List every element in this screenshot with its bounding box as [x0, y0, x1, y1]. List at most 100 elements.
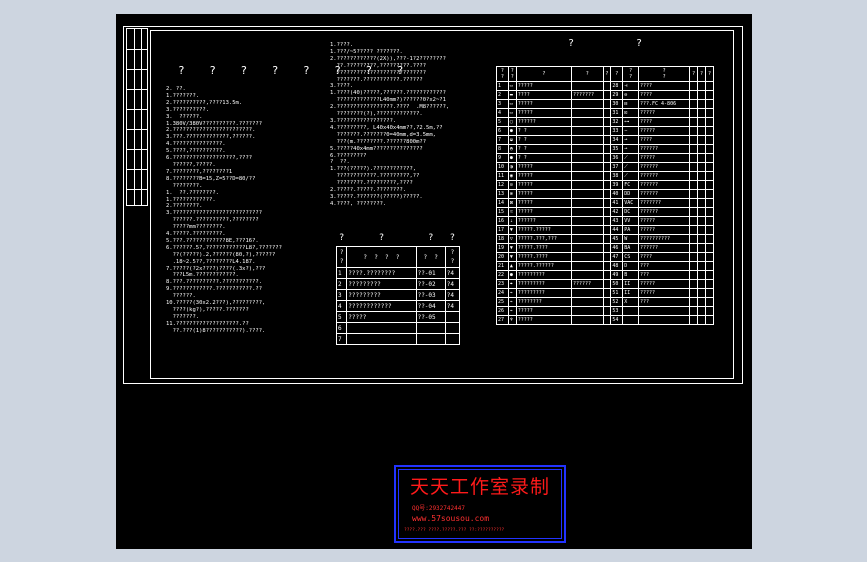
- table-cell: 29: [610, 90, 624, 100]
- table-cell: [697, 243, 706, 253]
- table-cell: [444, 311, 461, 323]
- note-line: 1. ??.????????.: [166, 189, 219, 196]
- table-cell: ??????: [637, 243, 691, 253]
- table-row: 24 ⌁????????? 51 II?????: [496, 288, 714, 298]
- note-line: ???????.???????????.??????: [330, 76, 423, 83]
- table-header-cell: ? ?: [415, 246, 446, 268]
- table-cell: [689, 162, 699, 172]
- table-cell: [602, 252, 612, 262]
- note-line: ???????.???????0=40mm,d=3.5mm,: [330, 131, 436, 138]
- table-cell: [689, 207, 699, 217]
- table-cell: [705, 108, 714, 118]
- symbol-cell: II: [622, 288, 639, 298]
- cad-drawing-canvas[interactable]: ? ? ? ? ? ? ? ? 2. ??. 1.???????. 2.??????…: [116, 14, 752, 549]
- table-cell: [415, 333, 446, 345]
- table-cell: [602, 306, 612, 316]
- table-cell: [689, 81, 699, 91]
- symbol-cell: VAC: [622, 198, 639, 208]
- table-cell: [637, 306, 691, 316]
- table-cell: ?????: [515, 81, 572, 91]
- table-title-cell: ?: [427, 233, 434, 243]
- note-line: 1.???/~5????? ???????.: [330, 48, 403, 55]
- watermark-footer: ????.??? ????.?????.??? ??:??????????: [404, 528, 505, 533]
- table-cell: [570, 252, 604, 262]
- table-cell: [697, 153, 706, 163]
- table-cell: 28: [610, 81, 624, 91]
- table-cell: [689, 117, 699, 127]
- symbol-cell: VV: [622, 216, 639, 226]
- symbol-cell: ▼: [507, 243, 517, 253]
- table-cell: ???.FC 4-806: [637, 99, 691, 109]
- symbol-cell: ⌁: [507, 288, 517, 298]
- table-cell: [697, 261, 706, 271]
- table-header-cell: ?: [570, 66, 604, 82]
- table-cell: 4: [496, 108, 509, 118]
- table-cell: ?4: [444, 278, 461, 290]
- table-cell: [705, 261, 714, 271]
- note-line: ?????????????L40mm?)??????0?x2~?1: [330, 97, 446, 104]
- table-cell: 3: [496, 99, 509, 109]
- note-line: 6.???????????????????,????: [166, 155, 253, 162]
- table-cell: [689, 315, 699, 325]
- table-cell: [705, 234, 714, 244]
- table-cell: 6: [335, 322, 348, 334]
- table-cell: [689, 234, 699, 244]
- table-cell: [570, 99, 604, 109]
- table-cell: [602, 261, 612, 271]
- table-cell: ?????.???,???: [515, 234, 572, 244]
- table-cell: 31: [610, 108, 624, 118]
- symbol-cell: ≂: [507, 207, 517, 217]
- table-cell: [570, 207, 604, 217]
- table-cell: 53: [610, 306, 624, 316]
- table-cell: [415, 322, 446, 334]
- table-cell: ???????: [570, 90, 604, 100]
- note-line: 8.???.??????????.???????????.: [166, 279, 263, 286]
- table-cell: [602, 117, 612, 127]
- table-cell: [697, 126, 706, 136]
- table-cell: [602, 243, 612, 253]
- table-cell: [689, 99, 699, 109]
- table-cell: ?????????: [515, 279, 572, 289]
- table-row: 21 ▲?????.?????? 48 D???: [496, 261, 714, 271]
- note-line: 1.???(?????).????????????,: [330, 166, 417, 173]
- table-cell: [689, 126, 699, 136]
- table-cell: [697, 108, 706, 118]
- table-cell: [697, 189, 706, 199]
- table-cell: [697, 162, 706, 172]
- table-cell: [570, 135, 604, 145]
- table-cell: [570, 225, 604, 235]
- legend-table: ? ?? ?????? ?? ???? 1 ▭????? 28 ⊣???? 2 ▬?????…: [496, 66, 714, 325]
- note-line: 5.???.????????????8E,???16?.: [166, 237, 259, 244]
- table-cell: ?????: [515, 180, 572, 190]
- table-cell: 33: [610, 126, 624, 136]
- table-row: 13 ⊗????? 40 DD??????: [496, 189, 714, 199]
- table-header-cell: ?: [602, 66, 612, 82]
- table-cell: [697, 216, 706, 226]
- note-line: 7.????????,????????1: [166, 168, 233, 175]
- table-row: 22 ●????????? 49 B???: [496, 270, 714, 280]
- table-row: 19 ▼?????.???? 46 BA??????: [496, 243, 714, 253]
- symbol-cell: ▼: [507, 225, 517, 235]
- table-cell: 7: [335, 333, 348, 345]
- note-line: 2.?????.?????.????????.: [330, 187, 407, 194]
- note-line: 2.?????????????????.???? .M8??????,: [330, 104, 450, 111]
- table-row: 18 ▽?????.???,??? 45 W??????????: [496, 234, 714, 244]
- table-cell: [689, 252, 699, 262]
- table-cell: [570, 297, 604, 307]
- symbol-cell: ⟋: [622, 171, 639, 181]
- table-header-cell: ? ?: [496, 66, 509, 82]
- symbol-cell: ▭: [507, 108, 517, 118]
- table-cell: [602, 225, 612, 235]
- table-cell: ?????: [515, 189, 572, 199]
- legend-header-2: ?: [636, 38, 643, 49]
- table-cell: 2: [335, 278, 348, 290]
- table-row: 3????????? ??-03 ?4: [335, 289, 461, 301]
- table-cell: [705, 216, 714, 226]
- table-cell: 4: [335, 300, 348, 312]
- table-cell: [705, 198, 714, 208]
- table-row: 4 ▭????? 31 ⊡?????: [496, 108, 714, 118]
- table-cell: [705, 99, 714, 109]
- note-line: 1.380V/380V??????????.???????: [166, 120, 263, 127]
- table-cell: ?????: [637, 279, 691, 289]
- table-cell: ?4: [444, 289, 461, 301]
